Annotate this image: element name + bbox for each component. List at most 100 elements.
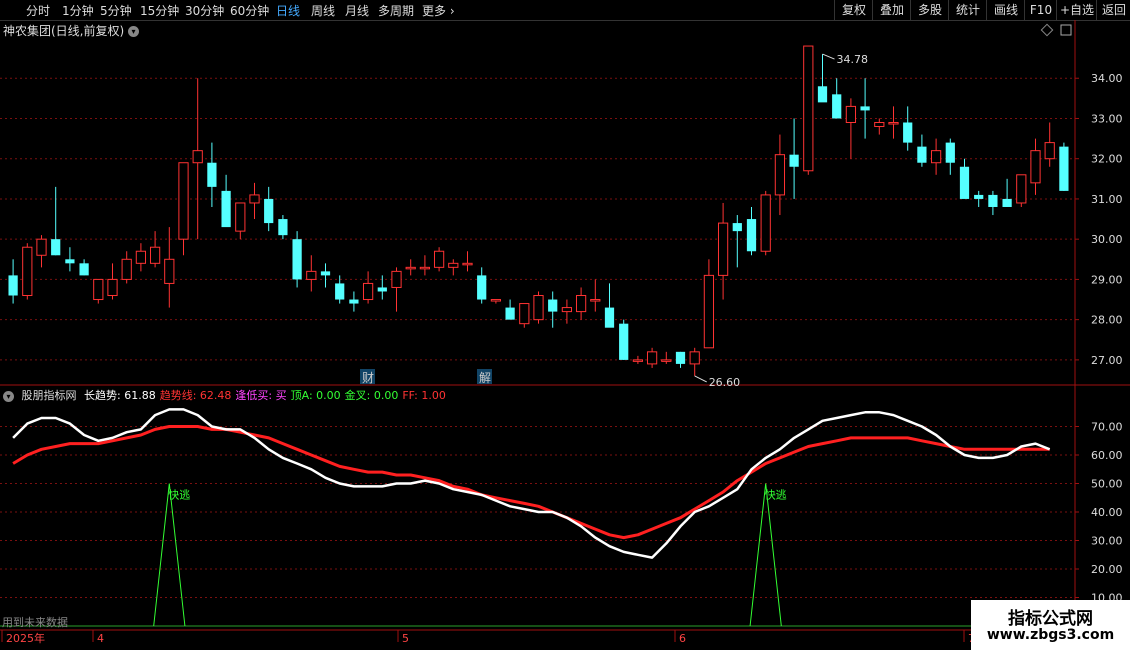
- candle-body: [490, 299, 502, 302]
- candle-body: [377, 287, 387, 292]
- candle-body: [533, 295, 544, 321]
- indicator-title: ▾ 股朋指标网 长趋势: 61.88 趋势线: 62.48 逢低买: 买顶A: 0.…: [3, 387, 450, 403]
- signal-spike: [749, 483, 782, 627]
- candle-body: [278, 219, 288, 236]
- y-tick-label: 32.00: [1091, 153, 1123, 166]
- y-tick-label: 40.00: [1091, 506, 1123, 519]
- y-tick-label: 31.00: [1091, 193, 1123, 206]
- y-tick-label: 20.00: [1091, 563, 1123, 576]
- y-tick-label: 50.00: [1091, 478, 1123, 491]
- window-icon: [1060, 24, 1072, 36]
- candle-body: [930, 150, 942, 164]
- candle-body: [178, 162, 189, 240]
- candle-body: [107, 278, 118, 297]
- y-tick-label: 60.00: [1091, 449, 1123, 462]
- candle-body: [22, 246, 33, 297]
- y-tick-label: 34.00: [1091, 72, 1123, 85]
- candle-body: [632, 359, 644, 362]
- x-tick-label: 2025年: [6, 631, 45, 645]
- high-pointer: [822, 53, 835, 60]
- diamond-icon: [1040, 23, 1054, 37]
- candle-body: [548, 299, 558, 312]
- candle-body: [774, 154, 786, 196]
- indicator-field: 长趋势: 61.88: [84, 389, 156, 402]
- candle-body: [462, 262, 473, 266]
- candle-body: [65, 259, 75, 264]
- candle-body: [8, 275, 18, 296]
- candle-body: [249, 194, 260, 204]
- candle-body: [121, 258, 132, 280]
- candle-body: [1059, 146, 1069, 191]
- trend-line: [12, 425, 1050, 540]
- y-tick-label: 70.00: [1091, 421, 1123, 434]
- candle-body: [1044, 142, 1055, 160]
- candle-body: [746, 219, 757, 252]
- indicator-field: 顶A: 0.00: [290, 389, 341, 402]
- candle-body: [974, 194, 984, 199]
- low-pointer: [694, 375, 707, 383]
- candle-body: [79, 263, 89, 276]
- candle-body: [335, 283, 345, 300]
- y-tick-label: 30.00: [1091, 233, 1123, 246]
- indicator-field: 逢低买: 买: [235, 389, 287, 402]
- candle-body: [405, 266, 416, 270]
- candle-body: [945, 142, 955, 163]
- x-tick-label: 6: [679, 632, 686, 645]
- candle-body: [419, 266, 431, 270]
- candle-body: [760, 194, 771, 252]
- y-tick-label: 33.00: [1091, 112, 1123, 125]
- signal-spike: [153, 483, 186, 627]
- candle-body: [192, 150, 203, 164]
- candle-body: [590, 299, 601, 302]
- y-tick-label: 28.00: [1091, 314, 1123, 327]
- candle-body: [149, 246, 161, 264]
- candle-body: [874, 121, 885, 128]
- chevron-down-icon[interactable]: ▾: [3, 390, 14, 402]
- candle-body: [362, 282, 374, 301]
- candle-body: [689, 351, 700, 365]
- watermark: 指标公式网 www.zbgs3.com: [971, 600, 1130, 650]
- candle-body: [1002, 198, 1012, 207]
- x-tick-label: 5: [402, 632, 409, 645]
- candle-body: [292, 239, 302, 280]
- candle-body: [646, 351, 658, 365]
- x-tick-label: 4: [97, 632, 104, 645]
- candle-body: [391, 270, 402, 288]
- candle-body: [135, 250, 147, 264]
- candle-body: [561, 307, 573, 313]
- candle-body: [93, 278, 104, 301]
- indicator-field: FF: 1.00: [402, 389, 446, 402]
- candle-body: [803, 45, 814, 172]
- candle-body: [604, 307, 615, 328]
- candle-body: [349, 299, 359, 304]
- candle-body: [36, 238, 47, 256]
- watermark-line1: 指标公式网: [1008, 609, 1093, 629]
- candle-body: [832, 94, 842, 119]
- candle-body: [789, 154, 799, 167]
- watermark-line2: www.zbgs3.com: [986, 627, 1115, 643]
- event-marker: 解: [479, 371, 491, 385]
- candle-body: [505, 307, 515, 320]
- candle-body: [575, 295, 587, 313]
- indicator-field: 趋势线: 62.48: [159, 389, 232, 402]
- candle-body: [1030, 150, 1041, 184]
- signal-label: 快逃: [168, 489, 190, 502]
- candle-body: [661, 359, 672, 362]
- candle-body: [1016, 174, 1027, 204]
- candle-body: [477, 275, 487, 300]
- future-data-note: 用到未来数据: [2, 616, 68, 629]
- candle-body: [988, 194, 998, 207]
- candle-body: [207, 162, 217, 187]
- candle-body: [732, 223, 742, 232]
- candle-body: [264, 198, 274, 224]
- candle-body: [717, 222, 729, 276]
- candle-body: [164, 258, 175, 284]
- candle-body: [888, 121, 899, 125]
- low-label: 26.60: [709, 376, 741, 389]
- candle-body: [917, 146, 927, 163]
- y-tick-label: 27.00: [1091, 354, 1123, 367]
- high-label: 34.78: [837, 53, 869, 66]
- candle-body: [860, 106, 870, 111]
- candle-body: [817, 86, 828, 103]
- candle-body: [306, 270, 317, 280]
